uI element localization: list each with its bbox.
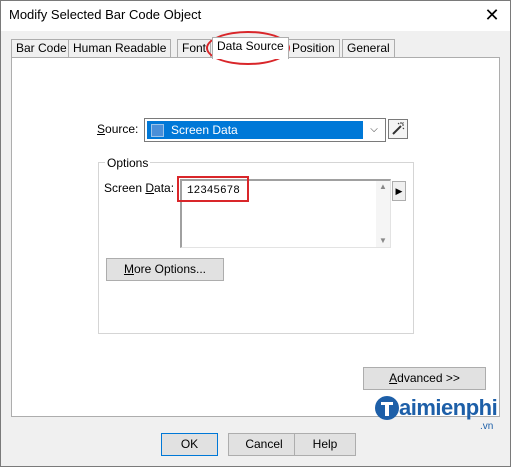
tab-human-readable[interactable]: Human Readable	[68, 39, 172, 58]
source-dropdown[interactable]: Screen Data ⌵	[144, 118, 386, 142]
tab-data-source[interactable]: Data Source	[212, 37, 289, 59]
scroll-down-icon[interactable]: ▼	[376, 235, 390, 247]
dialog-window: Modify Selected Bar Code Object ✕ Bar Co…	[0, 0, 511, 467]
chevron-down-icon[interactable]: ⌵	[365, 121, 383, 139]
wand-icon[interactable]	[388, 119, 408, 139]
tab-bar-code[interactable]: Bar Code	[11, 39, 72, 58]
tab-general[interactable]: General	[342, 39, 395, 58]
source-selected-value: Screen Data	[147, 121, 363, 139]
source-label: Source:	[97, 122, 139, 136]
watermark-brand: aimienphi	[399, 395, 498, 420]
advanced-button[interactable]: Advanced >>	[363, 367, 486, 390]
ok-button[interactable]: OK	[161, 433, 218, 456]
close-icon[interactable]: ✕	[480, 3, 504, 27]
help-button[interactable]: Help	[294, 433, 356, 456]
scroll-up-icon[interactable]: ▲	[376, 181, 390, 193]
title-bar: Modify Selected Bar Code Object ✕	[1, 1, 510, 31]
screen-data-label: Screen Data:	[104, 181, 175, 195]
textarea-scrollbar[interactable]: ▲ ▼	[376, 181, 390, 247]
screen-data-highlight	[177, 176, 249, 202]
tab-position[interactable]: Position	[287, 39, 340, 58]
watermark-domain: .vn	[480, 421, 494, 432]
window-title: Modify Selected Bar Code Object	[9, 7, 202, 22]
expand-arrow-icon[interactable]: ▶	[392, 181, 406, 201]
more-options-button[interactable]: More Options...	[106, 258, 224, 281]
options-group-label: Options	[105, 156, 151, 170]
cancel-button[interactable]: Cancel	[228, 433, 300, 456]
taimienphi-logo-icon	[374, 394, 400, 427]
screen-data-icon	[151, 124, 164, 137]
